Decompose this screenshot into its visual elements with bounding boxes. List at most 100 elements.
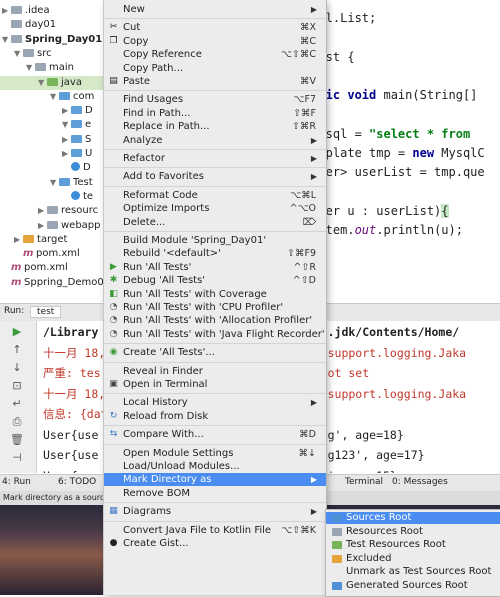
- wrap-icon[interactable]: ↵: [10, 397, 24, 411]
- chevron-right-icon[interactable]: ▶: [38, 219, 47, 233]
- tree-item[interactable]: ▶ resourc: [0, 204, 98, 218]
- code-token: MysqlC: [441, 146, 485, 161]
- messages-tool-button[interactable]: 0: Messages: [392, 477, 448, 487]
- submenu-item-unmark-as-test-sources-root[interactable]: Unmark as Test Sources Root: [326, 566, 500, 578]
- tree-item[interactable]: ▶ D: [0, 104, 93, 118]
- tree-item[interactable]: m Sppring_Demo02: [0, 276, 108, 290]
- menu-item-copy-reference[interactable]: Copy Reference ⌥⇧⌘C: [104, 48, 326, 61]
- chevron-down-icon[interactable]: ▼: [26, 61, 35, 75]
- menu-item-build-module-spring-day01[interactable]: Build Module 'Spring_Day01': [104, 234, 326, 247]
- chevron-down-icon[interactable]: ▼: [2, 33, 11, 47]
- console-line: 信息: {dat: [43, 405, 108, 423]
- chevron-right-icon[interactable]: ▶: [38, 204, 47, 218]
- up-icon[interactable]: ↑: [10, 343, 24, 357]
- menu-item-convert-java-file-to-kotlin-file[interactable]: Convert Java File to Kotlin File ⌥⇧⌘K: [104, 524, 326, 537]
- print-icon[interactable]: ⎙: [10, 415, 24, 429]
- tree-item[interactable]: ▶ webapp: [0, 219, 101, 233]
- run-tool-button[interactable]: 4: Run: [2, 477, 31, 487]
- tree-item[interactable]: ▼ e: [0, 118, 91, 132]
- menu-item-create-gist[interactable]: ● Create Gist...: [104, 537, 326, 550]
- code-editor[interactable]: util.List; test {tatic void main(String[…: [300, 0, 500, 292]
- menu-item-label: Rebuild '<default>': [123, 248, 221, 260]
- menu-item-copy-path[interactable]: Copy Path...: [104, 62, 326, 75]
- code-line: System.out.println(u);: [304, 222, 463, 238]
- menu-item-find-in-path[interactable]: Find in Path... ⇧⌘F: [104, 107, 326, 120]
- tree-item[interactable]: ▼ com: [0, 90, 94, 104]
- menu-item-cut[interactable]: ✂ Cut ⌘X: [104, 21, 326, 34]
- chevron-down-icon[interactable]: ▼: [50, 90, 59, 104]
- menu-item-paste[interactable]: ▤ Paste ⌘V: [104, 75, 326, 88]
- menu-item-mark-directory-as[interactable]: Mark Directory as ▶: [104, 473, 326, 487]
- tree-item[interactable]: day01: [0, 18, 56, 32]
- menu-item-run-all-tests-with-java-flight-recorder[interactable]: ◔ Run 'All Tests' with 'Java Flight Recor…: [104, 328, 326, 341]
- menu-item-refactor[interactable]: Refactor ▶: [104, 152, 326, 165]
- menu-item-add-to-favorites[interactable]: Add to Favorites ▶: [104, 170, 326, 183]
- menu-item-find-usages[interactable]: Find Usages ⌥F7: [104, 93, 326, 106]
- run-config-tab[interactable]: test: [30, 306, 62, 318]
- chevron-down-icon[interactable]: ▼: [38, 76, 47, 90]
- menu-item-load-unload-modules[interactable]: Load/Unload Modules...: [104, 460, 326, 473]
- trash-icon[interactable]: 🗑: [10, 433, 24, 447]
- tree-item[interactable]: ▶ S: [0, 133, 91, 147]
- menu-item-reveal-in-finder[interactable]: Reveal in Finder: [104, 365, 326, 378]
- submenu-item-generated-sources-root[interactable]: Generated Sources Root: [326, 580, 500, 592]
- menu-item-analyze[interactable]: Analyze ▶: [104, 134, 326, 147]
- menu-item-create-all-tests[interactable]: ◉ Create 'All Tests'...: [104, 346, 326, 359]
- menu-item-compare-with[interactable]: ⇆ Compare With... ⌘D: [104, 428, 326, 441]
- chevron-right-icon: ▶: [310, 154, 317, 163]
- menu-item-reload-from-disk[interactable]: ↻ Reload from Disk: [104, 410, 326, 423]
- chevron-down-icon[interactable]: ▼: [14, 47, 23, 61]
- tree-item-label: U: [85, 148, 93, 159]
- tree-item[interactable]: ▶ target: [0, 233, 67, 247]
- todo-tool-button[interactable]: 6: TODO: [58, 477, 96, 487]
- menu-item-debug-all-tests[interactable]: ✱ Debug 'All Tests' ^⇧D: [104, 274, 326, 287]
- chevron-down-icon[interactable]: ▼: [50, 176, 59, 190]
- submenu-item-excluded[interactable]: Excluded: [326, 553, 500, 565]
- tree-item[interactable]: ▼ main: [0, 61, 74, 75]
- chevron-right-icon[interactable]: ▶: [14, 233, 23, 247]
- tree-item[interactable]: ▶ .idea: [0, 4, 50, 18]
- menu-separator: [104, 231, 326, 232]
- submenu-item-sources-root[interactable]: Sources Root: [326, 512, 500, 524]
- menu-item-run-all-tests-with-cpu-profiler[interactable]: ◔ Run 'All Tests' with 'CPU Profiler': [104, 301, 326, 314]
- chevron-right-icon[interactable]: ▶: [62, 133, 71, 147]
- tree-item[interactable]: ▶ U: [0, 147, 92, 161]
- menu-item-local-history[interactable]: Local History ▶: [104, 396, 326, 409]
- menu-item-run-all-tests-with-allocation-profiler[interactable]: ◔ Run 'All Tests' with 'Allocation Profil…: [104, 314, 326, 327]
- chevron-right-icon[interactable]: ▶: [62, 147, 71, 161]
- submenu-item-test-resources-root[interactable]: Test Resources Root: [326, 539, 500, 551]
- tree-item-label: src: [37, 47, 52, 59]
- tree-item[interactable]: ▼ java: [0, 75, 108, 90]
- camera-icon[interactable]: ⊡: [10, 379, 24, 393]
- menu-item-new[interactable]: New ▶: [104, 3, 326, 16]
- menu-item-copy[interactable]: ❐ Copy ⌘C: [104, 35, 326, 48]
- menu-item-diagrams[interactable]: ▦ Diagrams ▶: [104, 505, 326, 518]
- menu-item-delete[interactable]: Delete... ⌦: [104, 216, 326, 229]
- messages-tool-label: 0: Messages: [392, 477, 448, 487]
- menu-item-run-all-tests[interactable]: ▶ Run 'All Tests' ^⇧R: [104, 261, 326, 274]
- tree-item[interactable]: ▼ src: [0, 47, 52, 61]
- down-icon[interactable]: ↓: [10, 361, 24, 375]
- menu-item-replace-in-path[interactable]: Replace in Path... ⇧⌘R: [104, 120, 326, 133]
- tree-item[interactable]: m pom.xml: [0, 247, 80, 261]
- menu-item-remove-bom[interactable]: Remove BOM: [104, 487, 326, 500]
- menu-item-reformat-code[interactable]: Reformat Code ⌥⌘L: [104, 189, 326, 202]
- tree-item[interactable]: te: [0, 190, 93, 204]
- pin-icon[interactable]: ⊣: [10, 451, 24, 465]
- menu-item-open-module-settings[interactable]: Open Module Settings ⌘↓: [104, 447, 326, 460]
- tree-item[interactable]: ▼ Spring_Day01: [0, 33, 102, 47]
- menu-item-run-all-tests-with-coverage[interactable]: ◧ Run 'All Tests' with Coverage: [104, 288, 326, 301]
- menu-item-open-in-terminal[interactable]: ▣ Open in Terminal: [104, 378, 326, 391]
- chevron-right-icon[interactable]: ▶: [62, 104, 71, 118]
- submenu-item-resources-root[interactable]: Resources Root: [326, 526, 500, 538]
- tree-item[interactable]: D: [0, 161, 91, 175]
- chevron-down-icon[interactable]: ▼: [62, 118, 71, 132]
- chevron-right-icon[interactable]: ▶: [2, 4, 11, 18]
- tree-item-label: main: [49, 62, 74, 74]
- tree-item[interactable]: ▼ Test: [0, 176, 93, 190]
- menu-item-optimize-imports[interactable]: Optimize Imports ^⌥O: [104, 202, 326, 215]
- terminal-tool-button[interactable]: Terminal: [345, 477, 383, 487]
- tree-item[interactable]: m pom.xml: [0, 261, 68, 275]
- rerun-icon[interactable]: ▶: [10, 325, 24, 339]
- menu-item-rebuild-default[interactable]: Rebuild '<default>' ⇧⌘F9: [104, 247, 326, 260]
